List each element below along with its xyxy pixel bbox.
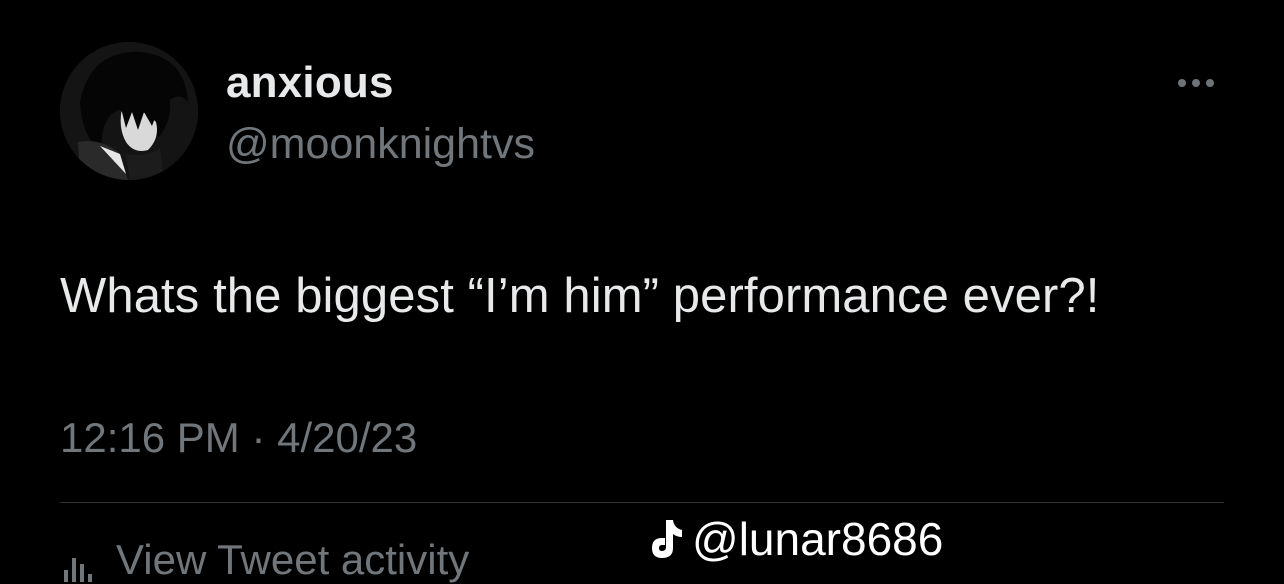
tweet-timestamp[interactable]: 12:16 PM · 4/20/23	[60, 414, 417, 462]
dot	[1178, 79, 1186, 87]
dot	[1206, 79, 1214, 87]
display-name[interactable]: anxious	[226, 58, 394, 108]
dot	[1192, 79, 1200, 87]
tweet-text: Whats the biggest “I’m him” performance …	[60, 269, 1100, 323]
user-handle[interactable]: @moonknightvs	[226, 120, 535, 169]
watermark-text: @lunar8686	[692, 513, 944, 565]
divider	[60, 502, 1224, 503]
watermark: @lunar8686	[644, 512, 943, 566]
tiktok-icon	[644, 516, 686, 562]
more-options-icon[interactable]	[1170, 66, 1222, 100]
activity-label: View Tweet activity	[116, 536, 470, 583]
bar-chart-icon	[60, 544, 100, 584]
view-tweet-activity-link[interactable]: View Tweet activity	[60, 536, 469, 584]
avatar-image	[60, 42, 198, 180]
avatar[interactable]	[60, 42, 198, 180]
